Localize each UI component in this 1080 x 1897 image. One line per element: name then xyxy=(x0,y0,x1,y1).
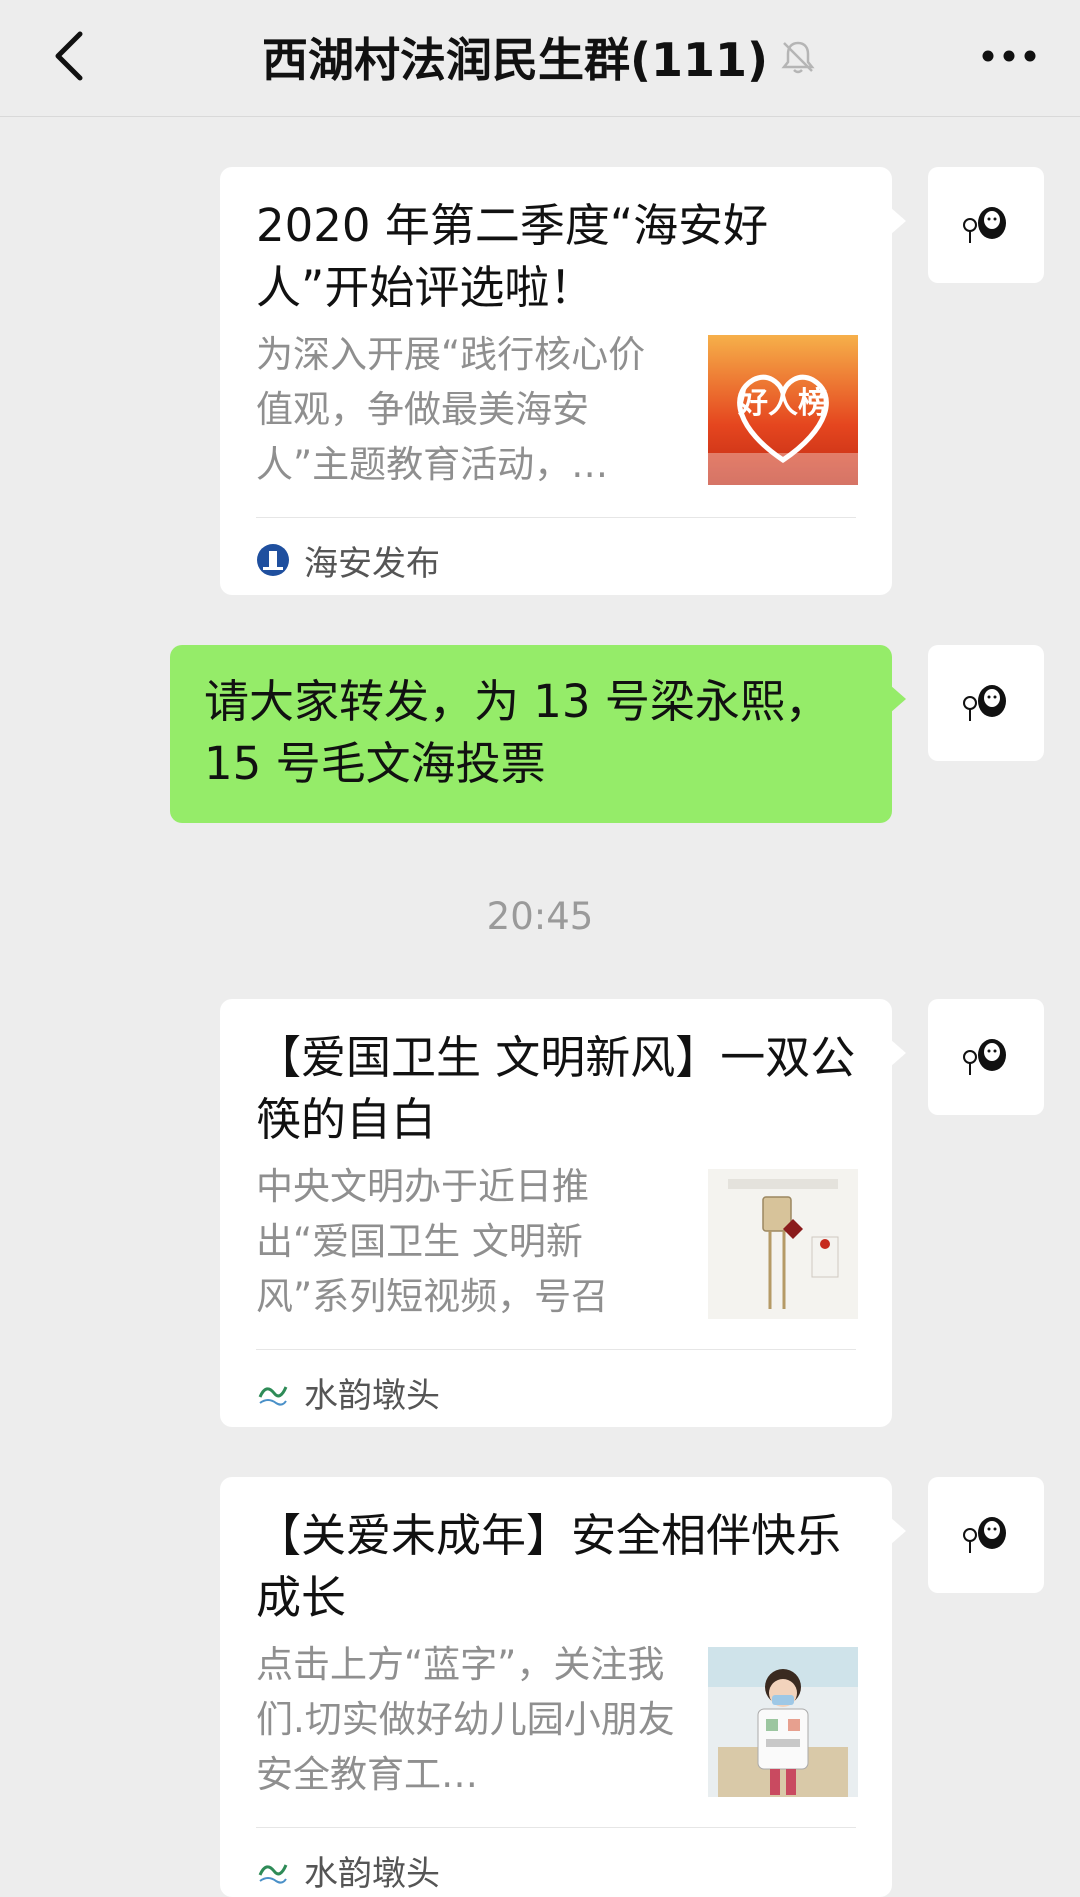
bubble-tail xyxy=(890,207,906,235)
cartoon-avatar-icon xyxy=(963,1039,1006,1075)
cartoon-avatar-icon xyxy=(963,685,1006,721)
bell-off-icon xyxy=(781,41,815,74)
source-name: 水韵墩头 xyxy=(304,1853,440,1894)
article-description: 中央文明办于近日推出“爱国卫生 文明新风”系列短视频，号召广… xyxy=(256,1165,609,1318)
bubble-tail xyxy=(890,685,906,713)
sender-avatar[interactable] xyxy=(928,1477,1044,1593)
bubble-tail xyxy=(890,1517,906,1545)
sender-avatar[interactable] xyxy=(928,167,1044,283)
article-card[interactable]: 【爱国卫生 文明新风】一双公筷的自白 中央文明办于近日推出“爱国卫生 文明新风”… xyxy=(220,999,906,1427)
article-title: 【爱国卫生 文明新风】一双公筷的自白 xyxy=(256,1031,856,1146)
source-logo-icon xyxy=(258,1386,288,1406)
back-button[interactable] xyxy=(40,24,104,88)
article-card[interactable]: 2020 年第二季度“海安好人”开始评选啦！ 为深入开展“践行核心价值观，争做最… xyxy=(220,167,906,595)
chat-title: 西湖村法润民生群(111) xyxy=(261,33,769,87)
article-title: 2020 年第二季度“海安好人”开始评选啦！ xyxy=(256,199,769,314)
chat-title-group: 西湖村法润民生群(111) xyxy=(200,22,880,92)
sender-avatar[interactable] xyxy=(928,645,1044,761)
article-thumbnail xyxy=(708,1169,858,1319)
more-options-button[interactable] xyxy=(974,26,1044,86)
message-text: 请大家转发，为 13 号梁永熙，15 号毛文海投票 xyxy=(204,675,830,790)
more-horizontal-icon xyxy=(982,50,1036,62)
cartoon-avatar-icon xyxy=(963,1517,1006,1553)
chat-header: 西湖村法润民生群(111) xyxy=(0,0,1080,117)
message-timestamp: 20:45 xyxy=(486,895,594,938)
card-divider xyxy=(256,1349,856,1350)
source-name: 水韵墩头 xyxy=(304,1375,440,1416)
thumbnail-caption: 好人榜 xyxy=(737,386,828,421)
article-source: 海安发布 xyxy=(256,535,440,585)
article-source: 水韵墩头 xyxy=(256,1367,440,1417)
source-logo-icon xyxy=(257,544,289,576)
sent-text-message[interactable]: 请大家转发，为 13 号梁永熙，15 号毛文海投票 xyxy=(170,645,906,823)
article-description: 为深入开展“践行核心价值观，争做最美海安人”主题教育活动，… xyxy=(256,333,646,486)
article-source: 水韵墩头 xyxy=(256,1845,440,1895)
article-title: 【关爱未成年】安全相伴快乐成长 xyxy=(256,1509,842,1624)
card-divider xyxy=(256,517,856,518)
chevron-left-icon xyxy=(55,31,83,81)
card-divider xyxy=(256,1827,856,1828)
source-logo-icon xyxy=(258,1864,288,1884)
article-card[interactable]: 【关爱未成年】安全相伴快乐成长 点击上方“蓝字”，关注我们.切实做好幼儿园小朋友… xyxy=(220,1477,906,1897)
sender-avatar[interactable] xyxy=(928,999,1044,1115)
article-thumbnail xyxy=(708,1647,858,1797)
bubble-tail xyxy=(890,1039,906,1067)
article-thumbnail: 好人榜 xyxy=(708,335,858,485)
cartoon-avatar-icon xyxy=(963,207,1006,243)
source-name: 海安发布 xyxy=(304,543,440,584)
article-description: 点击上方“蓝字”，关注我们.切实做好幼儿园小朋友安全教育工… xyxy=(256,1643,675,1796)
